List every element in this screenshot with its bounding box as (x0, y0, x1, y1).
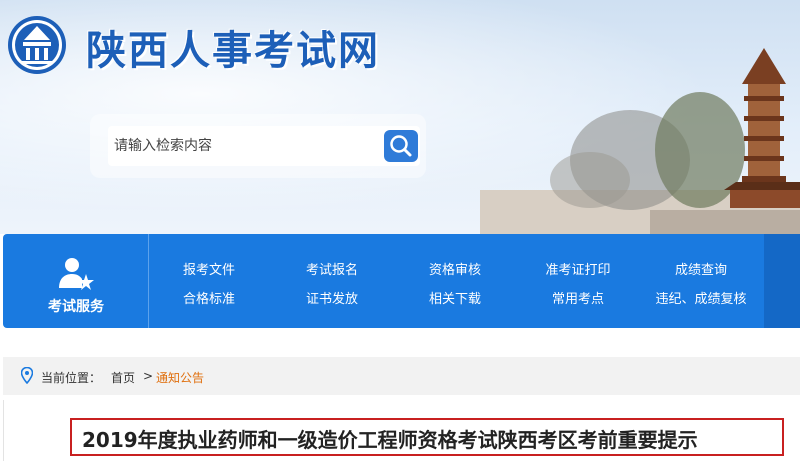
main-nav: 考试服务 报考文件 考试报名 资格审核 准考证打印 成绩查询 合格标准 证书发放… (3, 234, 800, 328)
person-star-icon (59, 258, 94, 290)
exam-service-block[interactable]: 考试服务 (3, 234, 149, 328)
search-input[interactable] (108, 126, 420, 166)
nav-link-exam-registration[interactable]: 考试报名 (306, 259, 358, 278)
site-logo-icon[interactable] (6, 14, 68, 76)
nav-link-admission-ticket-print[interactable]: 准考证打印 (545, 259, 610, 278)
location-pin-icon (21, 367, 33, 384)
exam-service-label: 考试服务 (48, 299, 104, 315)
breadcrumb-current-link[interactable]: 通知公告 (156, 369, 204, 386)
search-icon (390, 135, 412, 157)
nav-link-score-query[interactable]: 成绩查询 (675, 259, 727, 278)
nav-link-registration-docs[interactable]: 报考文件 (183, 259, 235, 278)
nav-link-violation-score-recheck[interactable]: 违纪、成绩复核 (655, 288, 746, 307)
site-title[interactable]: 陕西人事考试网 (86, 18, 380, 76)
nav-link-passing-standard[interactable]: 合格标准 (183, 288, 235, 307)
breadcrumb-home-link[interactable]: 首页 (111, 369, 135, 386)
nav-edge-strip (764, 234, 800, 328)
breadcrumb: 当前位置： 首页 > 通知公告 (3, 357, 800, 395)
search-button[interactable] (384, 130, 418, 162)
article-title: 2019年度执业药师和一级造价工程师资格考试陕西考区考前重要提示 (82, 428, 698, 452)
nav-link-qualification-review[interactable]: 资格审核 (429, 259, 481, 278)
nav-link-certificate-issuance[interactable]: 证书发放 (306, 288, 358, 307)
breadcrumb-separator: > (143, 369, 154, 383)
breadcrumb-label: 当前位置： (41, 371, 102, 385)
pagoda-scenery-image (480, 48, 800, 234)
nav-link-common-test-centers[interactable]: 常用考点 (552, 288, 604, 307)
nav-link-related-downloads[interactable]: 相关下载 (429, 288, 481, 307)
